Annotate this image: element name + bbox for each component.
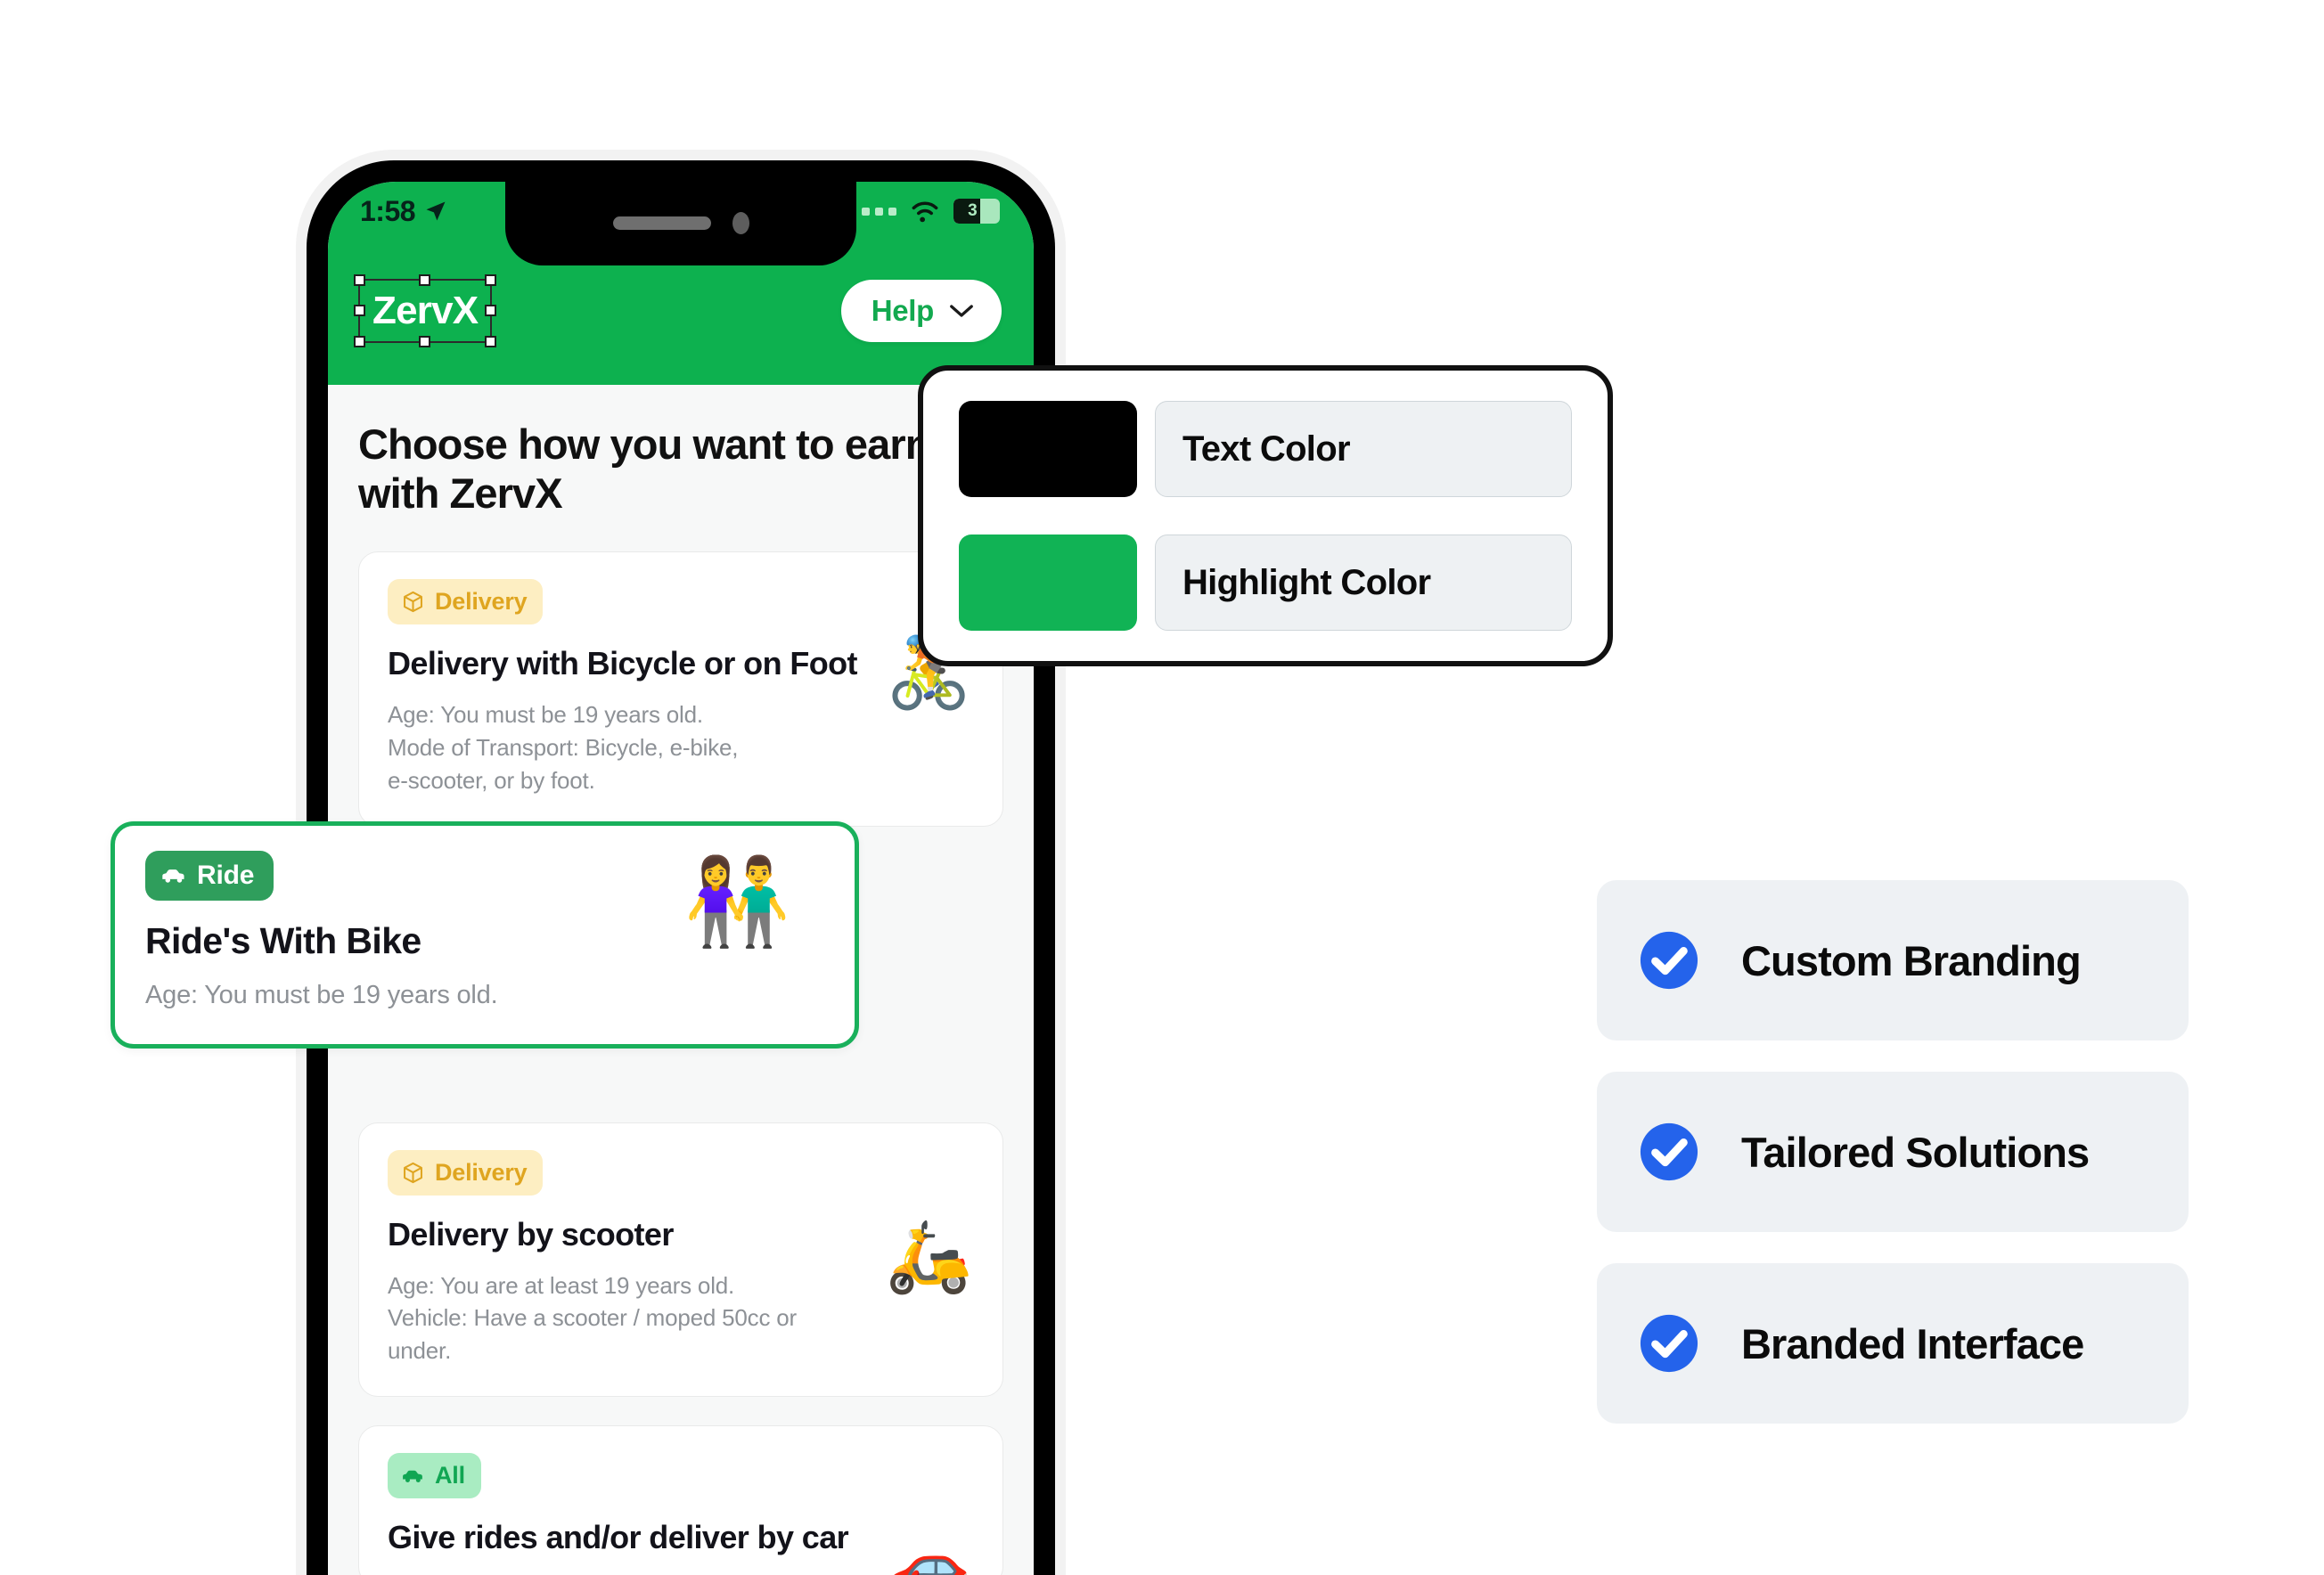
feature-label: Custom Branding — [1741, 936, 2082, 984]
front-camera-icon — [732, 211, 749, 234]
feature-label: Tailored Solutions — [1741, 1128, 2090, 1176]
resize-handle-top-left[interactable] — [354, 274, 365, 286]
option-title: Delivery by scooter — [388, 1215, 674, 1253]
option-card-all-car[interactable]: All Give rides and/or deliver by car 🚗 — [358, 1425, 1003, 1575]
badge-ride: Ride — [145, 851, 274, 901]
text-color-row: Text Color — [959, 401, 1572, 497]
app-header: 1:58 53 ZervX Help — [328, 182, 1034, 385]
option-description: Age: You are at least 19 years old. Vehi… — [388, 1271, 798, 1365]
option-card-delivery-scooter[interactable]: Delivery Delivery by scooter Age: You ar… — [358, 1122, 1003, 1398]
status-time-group: 1:58 — [360, 195, 448, 228]
option-title: Delivery with Bicycle or on Foot — [388, 645, 858, 682]
resize-handle-middle-left[interactable] — [354, 305, 365, 316]
check-circle-icon — [1640, 1122, 1698, 1181]
text-color-field[interactable]: Text Color — [1155, 401, 1572, 497]
package-icon — [404, 591, 422, 613]
badge-ride-label: Ride — [197, 861, 255, 890]
car-icon — [162, 869, 184, 883]
resize-handle-bottom-center[interactable] — [419, 336, 431, 347]
resize-handle-bottom-right[interactable] — [485, 336, 497, 347]
resize-handle-bottom-left[interactable] — [354, 336, 365, 347]
badge-delivery-label: Delivery — [435, 1158, 528, 1186]
option-title: Give rides and/or deliver by car — [388, 1519, 849, 1556]
location-arrow-icon — [426, 201, 446, 221]
car-illustration: 🚗 — [885, 1527, 972, 1575]
feature-label: Branded Interface — [1741, 1319, 2084, 1367]
wifi-icon — [912, 201, 938, 223]
feature-card-tailored-solutions[interactable]: Tailored Solutions — [1597, 1072, 2189, 1232]
option-card-ride-with-bike-selected[interactable]: Ride Ride's With Bike Age: You must be 1… — [110, 821, 859, 1049]
phone-notch — [505, 182, 856, 265]
highlight-color-swatch[interactable] — [959, 535, 1137, 631]
page-title: Choose how you want to earn with ZervX — [358, 420, 930, 517]
feature-list: Custom Branding Tailored Solutions Brand… — [1597, 880, 2189, 1455]
logo-selection-box — [354, 274, 497, 347]
badge-all-label: All — [435, 1462, 465, 1489]
help-button-label: Help — [871, 294, 935, 327]
ride-card-title: Ride's With Bike — [145, 920, 421, 961]
battery-level-label: 53 — [959, 201, 978, 220]
resize-handle-top-center[interactable] — [419, 274, 431, 286]
check-circle-icon — [1640, 1314, 1698, 1373]
screenshot-root: 1:58 53 ZervX Help Choose how you want t… — [0, 0, 2324, 1575]
badge-all: All — [388, 1453, 481, 1499]
scooter-illustration: 🛵 — [885, 1216, 972, 1295]
option-card-delivery-bicycle[interactable]: Delivery Delivery with Bicycle or on Foo… — [358, 551, 1003, 827]
color-settings-popup: Text Color Highlight Color — [918, 365, 1613, 666]
badge-delivery: Delivery — [388, 1149, 544, 1196]
scooter-couple-illustration: 👫 — [683, 854, 790, 950]
status-time-label: 1:58 — [360, 194, 416, 227]
highlight-color-field[interactable]: Highlight Color — [1155, 535, 1572, 631]
chevron-down-icon — [950, 305, 973, 317]
resize-handle-middle-right[interactable] — [485, 305, 497, 316]
battery-icon: 53 — [953, 199, 1000, 224]
text-color-swatch[interactable] — [959, 401, 1137, 497]
feature-card-custom-branding[interactable]: Custom Branding — [1597, 880, 2189, 1040]
speaker-grille-icon — [612, 216, 711, 230]
option-description: Age: You must be 19 years old. Mode of T… — [388, 700, 739, 794]
ride-card-description: Age: You must be 19 years old. — [145, 981, 498, 1010]
brand-logo[interactable]: ZervX — [354, 274, 497, 347]
badge-delivery-label: Delivery — [435, 588, 528, 616]
package-icon — [404, 1162, 422, 1183]
resize-handle-top-right[interactable] — [485, 274, 497, 286]
check-circle-icon — [1640, 931, 1698, 990]
highlight-color-row: Highlight Color — [959, 535, 1572, 631]
help-button[interactable]: Help — [840, 280, 1002, 342]
car-icon — [403, 1470, 422, 1482]
badge-delivery: Delivery — [388, 579, 544, 625]
status-indicators: 53 — [848, 199, 1000, 224]
feature-card-branded-interface[interactable]: Branded Interface — [1597, 1263, 2189, 1424]
